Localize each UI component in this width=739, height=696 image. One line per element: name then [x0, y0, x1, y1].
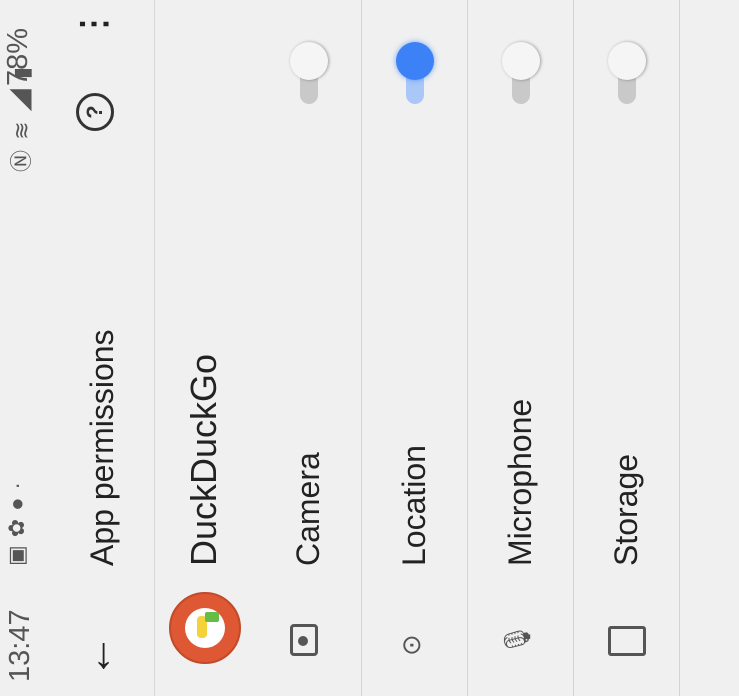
location-toggle[interactable]	[396, 42, 434, 110]
location-icon: ⊙	[396, 634, 426, 656]
app-header: DuckDuckGo	[155, 0, 255, 696]
nfc-icon: Ⓝ	[9, 147, 34, 172]
microphone-icon: 🎙	[502, 622, 532, 656]
more-vertical-icon[interactable]: ⋮	[74, 7, 114, 41]
permission-row-storage[interactable]: Storage	[574, 0, 680, 696]
image-icon: ▣	[4, 537, 29, 566]
permission-label: Location	[396, 445, 432, 566]
circle-icon: ●	[4, 489, 29, 511]
storage-toggle[interactable]	[608, 42, 646, 110]
phone-screen: 13:47 ▣✿●· Ⓝ ≋ ◢ ▮ 78% ← App permissions…	[0, 0, 739, 696]
arrow-back-icon[interactable]: ←	[72, 634, 122, 678]
permission-row-camera[interactable]: Camera	[256, 0, 362, 696]
camera-icon	[290, 624, 325, 656]
status-time: 13:47	[4, 609, 36, 682]
duckduckgo-logo	[169, 592, 241, 664]
gear-icon: ✿	[4, 510, 29, 538]
signal-icon: ◢	[9, 87, 34, 112]
permission-label: Microphone	[502, 398, 538, 566]
app-name: DuckDuckGo	[183, 353, 224, 566]
dot-icon: ·	[4, 474, 29, 490]
status-bar: 13:47 ▣✿●· Ⓝ ≋ ◢ ▮ 78%	[0, 0, 44, 696]
permission-label: Camera	[290, 452, 326, 566]
storage-icon	[608, 626, 653, 656]
help-icon[interactable]: ?	[76, 93, 114, 131]
notification-icons: ▣✿●·	[4, 474, 30, 566]
wifi-icon: ≋	[9, 119, 34, 140]
permission-label: Storage	[608, 453, 644, 566]
microphone-toggle[interactable]	[502, 42, 540, 110]
battery-level: 78%	[2, 27, 34, 86]
permission-row-location[interactable]: ⊙ Location	[362, 0, 468, 696]
app-bar: ← App permissions ? ⋮	[44, 0, 155, 696]
permission-row-microphone[interactable]: 🎙 Microphone	[468, 0, 574, 696]
page-title: App permissions	[84, 329, 120, 566]
camera-toggle[interactable]	[290, 42, 328, 110]
